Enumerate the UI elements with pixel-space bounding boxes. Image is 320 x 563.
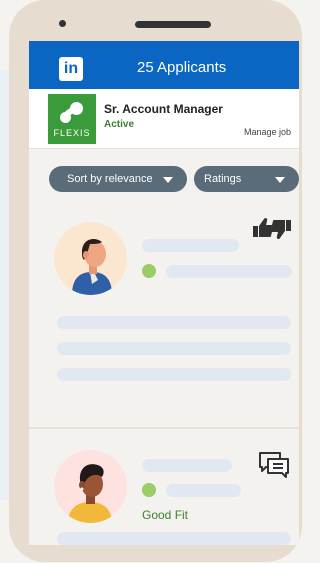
online-status-dot	[142, 483, 156, 497]
text-placeholder	[57, 342, 291, 355]
filter-bar: Sort by relevance Ratings	[29, 149, 299, 204]
company-logo: FLEXIS	[48, 94, 96, 144]
text-placeholder	[57, 532, 291, 545]
phone-screen: in 25 Applicants FLEXIS Sr. Account Mana…	[29, 41, 299, 545]
page-title: 25 Applicants	[137, 59, 227, 76]
job-card[interactable]: FLEXIS Sr. Account Manager Active Manage…	[29, 89, 299, 149]
avatar	[54, 222, 127, 295]
speaker-bar	[135, 21, 211, 28]
app-header: in 25 Applicants	[29, 41, 299, 89]
job-status: Active	[104, 119, 135, 130]
company-logo-text: FLEXIS	[53, 128, 91, 138]
avatar	[54, 450, 127, 523]
company-logo-mark-icon	[60, 102, 84, 124]
headline-placeholder	[166, 484, 241, 497]
person-illustration-icon	[72, 239, 112, 295]
text-placeholder	[57, 368, 291, 381]
camera-dot	[59, 20, 66, 27]
thumbs-up-down-icon[interactable]	[252, 216, 292, 241]
ratings-dropdown-label: Ratings	[204, 173, 242, 185]
caret-down-icon	[275, 177, 285, 183]
online-status-dot	[142, 264, 156, 278]
message-icon[interactable]	[258, 451, 290, 481]
applicant-card[interactable]: Good Fit	[29, 432, 299, 545]
name-placeholder	[142, 459, 232, 472]
fit-label: Good Fit	[142, 508, 189, 522]
headline-placeholder	[166, 265, 292, 278]
phone-frame: in 25 Applicants FLEXIS Sr. Account Mana…	[9, 0, 302, 562]
person-illustration-icon	[68, 464, 112, 523]
applicant-list: Sort by relevance Ratings Good Fit	[29, 149, 299, 545]
caret-down-icon	[163, 177, 173, 183]
manage-job-link[interactable]: Manage job	[244, 127, 291, 137]
text-placeholder	[57, 316, 291, 329]
ratings-dropdown[interactable]: Ratings	[194, 166, 299, 192]
sort-dropdown[interactable]: Sort by relevance	[49, 166, 187, 192]
applicant-card[interactable]	[29, 204, 299, 429]
sort-dropdown-label: Sort by relevance	[67, 173, 153, 185]
linkedin-logo-icon[interactable]: in	[59, 57, 83, 81]
name-placeholder	[142, 239, 239, 252]
job-title: Sr. Account Manager	[104, 102, 223, 116]
